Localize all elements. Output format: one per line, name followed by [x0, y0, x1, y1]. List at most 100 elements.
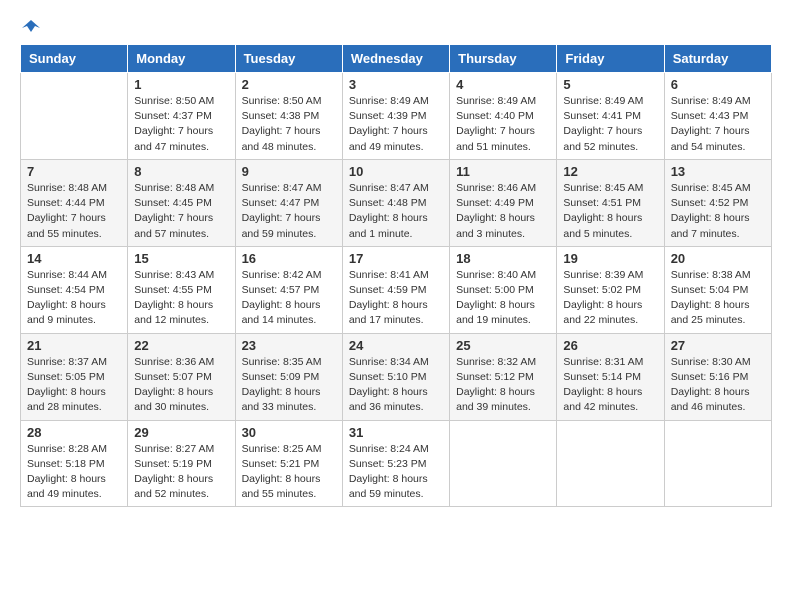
day-info: Sunrise: 8:39 AMSunset: 5:02 PMDaylight:…	[563, 268, 657, 329]
calendar-week-1: 1 Sunrise: 8:50 AMSunset: 4:37 PMDaylight…	[21, 73, 772, 160]
day-info: Sunrise: 8:45 AMSunset: 4:52 PMDaylight:…	[671, 181, 765, 242]
day-number: 17	[349, 251, 443, 266]
day-number: 23	[242, 338, 336, 353]
weekday-header-saturday: Saturday	[664, 45, 771, 73]
weekday-header-row: SundayMondayTuesdayWednesdayThursdayFrid…	[21, 45, 772, 73]
calendar-week-2: 7 Sunrise: 8:48 AMSunset: 4:44 PMDaylight…	[21, 159, 772, 246]
weekday-header-wednesday: Wednesday	[342, 45, 449, 73]
calendar-cell: 24 Sunrise: 8:34 AMSunset: 5:10 PMDayligh…	[342, 333, 449, 420]
calendar-table: SundayMondayTuesdayWednesdayThursdayFrid…	[20, 44, 772, 507]
calendar-cell	[664, 420, 771, 507]
calendar-cell: 9 Sunrise: 8:47 AMSunset: 4:47 PMDaylight…	[235, 159, 342, 246]
page-header	[20, 20, 772, 36]
day-info: Sunrise: 8:31 AMSunset: 5:14 PMDaylight:…	[563, 355, 657, 416]
day-number: 6	[671, 77, 765, 92]
day-info: Sunrise: 8:38 AMSunset: 5:04 PMDaylight:…	[671, 268, 765, 329]
day-number: 21	[27, 338, 121, 353]
day-number: 10	[349, 164, 443, 179]
day-info: Sunrise: 8:35 AMSunset: 5:09 PMDaylight:…	[242, 355, 336, 416]
day-number: 12	[563, 164, 657, 179]
day-number: 7	[27, 164, 121, 179]
day-info: Sunrise: 8:48 AMSunset: 4:44 PMDaylight:…	[27, 181, 121, 242]
calendar-cell: 6Sunrise: 8:49 AMSunset: 4:43 PMDaylight…	[664, 73, 771, 160]
calendar-week-4: 21 Sunrise: 8:37 AMSunset: 5:05 PMDayligh…	[21, 333, 772, 420]
day-number: 1	[134, 77, 228, 92]
day-number: 16	[242, 251, 336, 266]
day-info: Sunrise: 8:36 AMSunset: 5:07 PMDaylight:…	[134, 355, 228, 416]
day-info: Sunrise: 8:49 AMSunset: 4:39 PMDaylight:…	[349, 94, 443, 155]
day-number: 15	[134, 251, 228, 266]
day-info: Sunrise: 8:50 AMSunset: 4:38 PMDaylight:…	[242, 94, 336, 155]
weekday-header-tuesday: Tuesday	[235, 45, 342, 73]
day-info: Sunrise: 8:42 AMSunset: 4:57 PMDaylight:…	[242, 268, 336, 329]
day-info: Sunrise: 8:32 AMSunset: 5:12 PMDaylight:…	[456, 355, 550, 416]
calendar-cell: 11Sunrise: 8:46 AMSunset: 4:49 PMDayligh…	[450, 159, 557, 246]
day-info: Sunrise: 8:37 AMSunset: 5:05 PMDaylight:…	[27, 355, 121, 416]
day-number: 5	[563, 77, 657, 92]
day-number: 31	[349, 425, 443, 440]
day-info: Sunrise: 8:34 AMSunset: 5:10 PMDaylight:…	[349, 355, 443, 416]
day-info: Sunrise: 8:27 AMSunset: 5:19 PMDaylight:…	[134, 442, 228, 503]
day-info: Sunrise: 8:49 AMSunset: 4:40 PMDaylight:…	[456, 94, 550, 155]
day-number: 30	[242, 425, 336, 440]
calendar-cell: 23 Sunrise: 8:35 AMSunset: 5:09 PMDayligh…	[235, 333, 342, 420]
calendar-cell	[450, 420, 557, 507]
calendar-cell: 8 Sunrise: 8:48 AMSunset: 4:45 PMDaylight…	[128, 159, 235, 246]
weekday-header-monday: Monday	[128, 45, 235, 73]
weekday-header-sunday: Sunday	[21, 45, 128, 73]
calendar-cell	[557, 420, 664, 507]
day-info: Sunrise: 8:47 AMSunset: 4:47 PMDaylight:…	[242, 181, 336, 242]
day-info: Sunrise: 8:28 AMSunset: 5:18 PMDaylight:…	[27, 442, 121, 503]
day-number: 13	[671, 164, 765, 179]
calendar-cell: 12 Sunrise: 8:45 AMSunset: 4:51 PMDayligh…	[557, 159, 664, 246]
day-number: 9	[242, 164, 336, 179]
day-info: Sunrise: 8:49 AMSunset: 4:41 PMDaylight:…	[563, 94, 657, 155]
day-info: Sunrise: 8:25 AMSunset: 5:21 PMDaylight:…	[242, 442, 336, 503]
day-number: 20	[671, 251, 765, 266]
day-info: Sunrise: 8:44 AMSunset: 4:54 PMDaylight:…	[27, 268, 121, 329]
day-info: Sunrise: 8:50 AMSunset: 4:37 PMDaylight:…	[134, 94, 228, 155]
day-number: 11	[456, 164, 550, 179]
weekday-header-friday: Friday	[557, 45, 664, 73]
calendar-cell: 25Sunrise: 8:32 AMSunset: 5:12 PMDayligh…	[450, 333, 557, 420]
calendar-cell: 17 Sunrise: 8:41 AMSunset: 4:59 PMDayligh…	[342, 246, 449, 333]
calendar-cell: 21 Sunrise: 8:37 AMSunset: 5:05 PMDayligh…	[21, 333, 128, 420]
calendar-cell: 7 Sunrise: 8:48 AMSunset: 4:44 PMDaylight…	[21, 159, 128, 246]
calendar-cell: 3Sunrise: 8:49 AMSunset: 4:39 PMDaylight…	[342, 73, 449, 160]
calendar-cell: 10 Sunrise: 8:47 AMSunset: 4:48 PMDayligh…	[342, 159, 449, 246]
calendar-cell: 31 Sunrise: 8:24 AMSunset: 5:23 PMDayligh…	[342, 420, 449, 507]
calendar-cell: 4 Sunrise: 8:49 AMSunset: 4:40 PMDaylight…	[450, 73, 557, 160]
calendar-cell: 1 Sunrise: 8:50 AMSunset: 4:37 PMDaylight…	[128, 73, 235, 160]
calendar-cell: 5 Sunrise: 8:49 AMSunset: 4:41 PMDaylight…	[557, 73, 664, 160]
day-number: 29	[134, 425, 228, 440]
day-number: 18	[456, 251, 550, 266]
day-info: Sunrise: 8:48 AMSunset: 4:45 PMDaylight:…	[134, 181, 228, 242]
calendar-cell: 28 Sunrise: 8:28 AMSunset: 5:18 PMDayligh…	[21, 420, 128, 507]
logo-bird-icon	[22, 18, 40, 36]
calendar-cell: 2Sunrise: 8:50 AMSunset: 4:38 PMDaylight…	[235, 73, 342, 160]
day-number: 28	[27, 425, 121, 440]
calendar-cell: 14Sunrise: 8:44 AMSunset: 4:54 PMDayligh…	[21, 246, 128, 333]
calendar-cell: 27 Sunrise: 8:30 AMSunset: 5:16 PMDayligh…	[664, 333, 771, 420]
day-number: 27	[671, 338, 765, 353]
day-info: Sunrise: 8:45 AMSunset: 4:51 PMDaylight:…	[563, 181, 657, 242]
calendar-cell: 15 Sunrise: 8:43 AMSunset: 4:55 PMDayligh…	[128, 246, 235, 333]
day-info: Sunrise: 8:41 AMSunset: 4:59 PMDaylight:…	[349, 268, 443, 329]
weekday-header-thursday: Thursday	[450, 45, 557, 73]
day-info: Sunrise: 8:47 AMSunset: 4:48 PMDaylight:…	[349, 181, 443, 242]
calendar-cell: 16 Sunrise: 8:42 AMSunset: 4:57 PMDayligh…	[235, 246, 342, 333]
day-number: 8	[134, 164, 228, 179]
day-number: 19	[563, 251, 657, 266]
calendar-cell: 13 Sunrise: 8:45 AMSunset: 4:52 PMDayligh…	[664, 159, 771, 246]
day-number: 22	[134, 338, 228, 353]
day-number: 26	[563, 338, 657, 353]
calendar-cell: 30 Sunrise: 8:25 AMSunset: 5:21 PMDayligh…	[235, 420, 342, 507]
calendar-cell	[21, 73, 128, 160]
day-info: Sunrise: 8:24 AMSunset: 5:23 PMDaylight:…	[349, 442, 443, 503]
day-number: 4	[456, 77, 550, 92]
calendar-week-3: 14Sunrise: 8:44 AMSunset: 4:54 PMDayligh…	[21, 246, 772, 333]
day-info: Sunrise: 8:43 AMSunset: 4:55 PMDaylight:…	[134, 268, 228, 329]
calendar-week-5: 28 Sunrise: 8:28 AMSunset: 5:18 PMDayligh…	[21, 420, 772, 507]
day-info: Sunrise: 8:30 AMSunset: 5:16 PMDaylight:…	[671, 355, 765, 416]
day-number: 24	[349, 338, 443, 353]
